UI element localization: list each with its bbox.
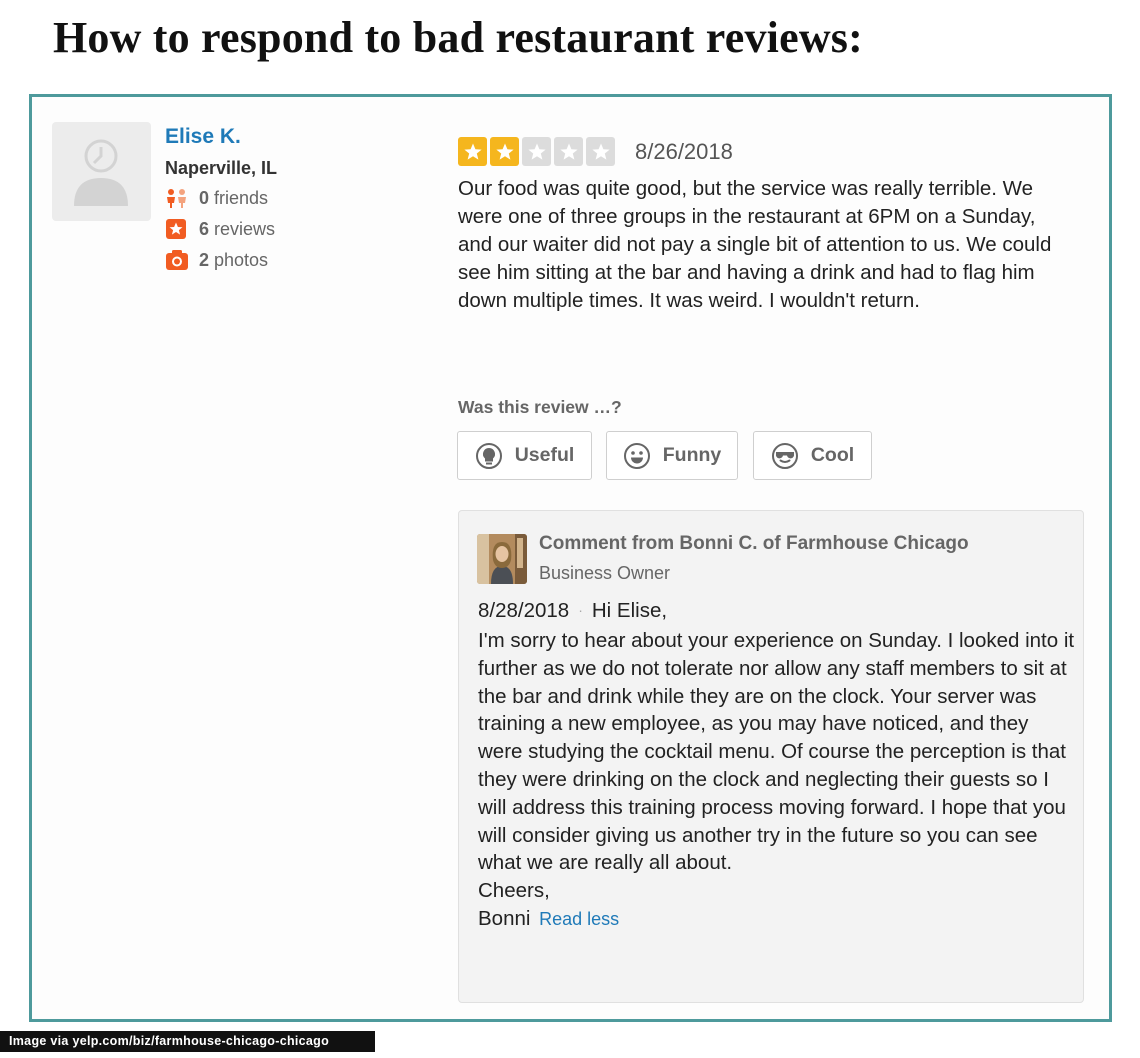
reviews-label: reviews [214, 218, 276, 239]
star-icon [490, 137, 519, 166]
funny-label: Funny [662, 444, 722, 466]
reviews-stat: 6 reviews [165, 218, 275, 240]
photos-label: photos [214, 249, 269, 270]
star-rating [458, 137, 615, 166]
comment-signature: Bonni [478, 906, 531, 930]
default-user-icon [74, 139, 128, 206]
useful-label: Useful [514, 444, 575, 466]
review-text: Our food was quite good, but the service… [458, 177, 1052, 312]
photos-count: 2 [199, 249, 210, 270]
review-card: Elise K. Naperville, IL 0 friends 6 revi… [29, 94, 1112, 1022]
sunglasses-icon [771, 442, 798, 469]
friends-icon [165, 187, 187, 209]
reviews-count: 6 [199, 218, 210, 239]
source-credit: Image via yelp.com/biz/farmhouse-chicago… [0, 1031, 375, 1052]
read-less-link[interactable]: Read less [539, 909, 619, 929]
owner-avatar[interactable] [477, 534, 527, 584]
owner-comment: Comment from Bonni C. of Farmhouse Chica… [458, 510, 1084, 1003]
funny-button[interactable]: Funny [606, 431, 738, 480]
comment-body: I'm sorry to hear about your experience … [478, 627, 1078, 934]
helpful-prompt: Was this review …? [458, 397, 622, 417]
smiley-icon [623, 442, 650, 469]
comment-greeting: Hi Elise, [591, 599, 668, 622]
reviewer-name[interactable]: Elise K. [165, 125, 241, 149]
cool-button[interactable]: Cool [753, 431, 872, 480]
friends-label: friends [214, 187, 269, 208]
owner-comment-heading: Comment from Bonni C. of Farmhouse Chica… [539, 533, 969, 554]
camera-icon [165, 249, 188, 271]
page-title: How to respond to bad restaurant reviews… [53, 13, 863, 62]
lightbulb-icon [475, 442, 502, 469]
comment-body-text: I'm sorry to hear about your experience … [478, 629, 1075, 875]
friends-stat: 0 friends [165, 187, 268, 209]
avatar[interactable] [52, 122, 151, 221]
star-icon [458, 137, 487, 166]
comment-date: 8/28/2018 [478, 599, 570, 622]
useful-button[interactable]: Useful [457, 431, 592, 480]
star-icon [522, 137, 551, 166]
reviews-star-icon [165, 218, 187, 240]
comment-date-line: 8/28/2018 · Hi Elise, [478, 599, 667, 623]
star-icon [586, 137, 615, 166]
cool-label: Cool [810, 444, 855, 466]
separator: · [578, 602, 583, 618]
comment-closing: Cheers, [478, 879, 550, 903]
friends-count: 0 [199, 187, 210, 208]
owner-role: Business Owner [539, 563, 671, 583]
star-icon [554, 137, 583, 166]
review-date: 8/26/2018 [635, 139, 733, 164]
photos-stat: 2 photos [165, 249, 268, 271]
comment-signature-line: Bonni Read less [478, 905, 1078, 934]
reviewer-location: Naperville, IL [165, 158, 278, 178]
